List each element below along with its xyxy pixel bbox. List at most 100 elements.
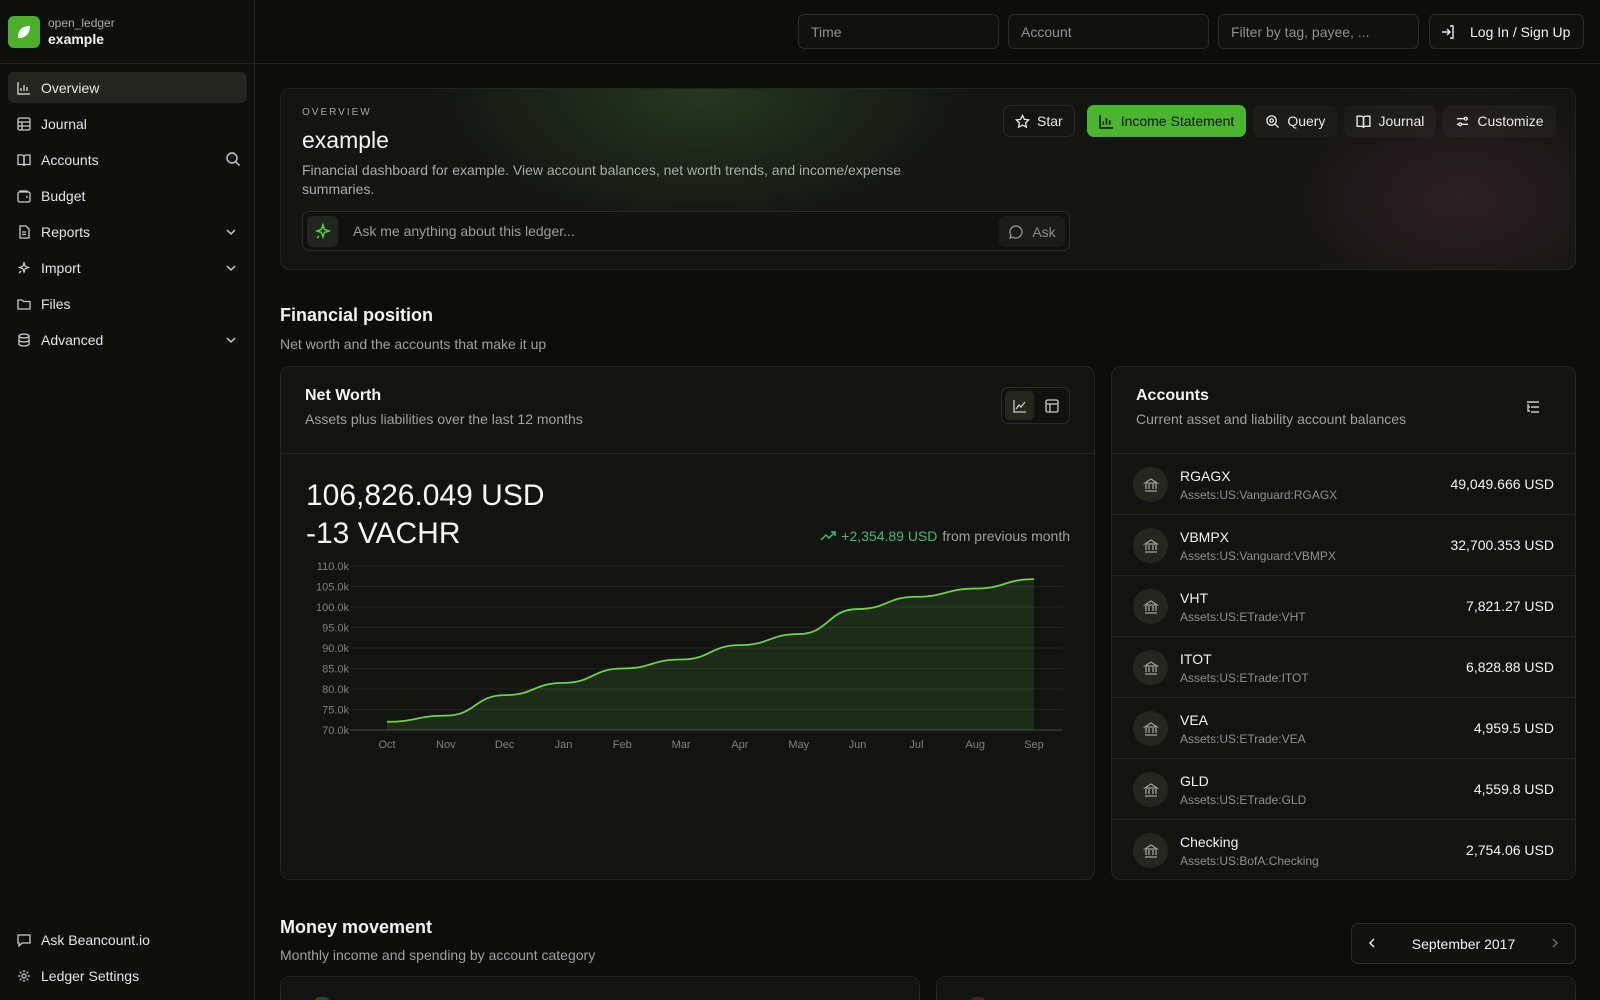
sidebar-item-journal[interactable]: Journal: [8, 108, 247, 139]
sidebar-item-label: Reports: [41, 223, 91, 240]
chevron-down-icon[interactable]: [225, 333, 237, 345]
income-statement-button[interactable]: Income Statement: [1086, 105, 1247, 137]
ask-ledger-box: Ask me anything about this ledger... Ask: [302, 211, 1070, 251]
sidebar-item-label: Journal: [41, 115, 87, 132]
sidebar-item-overview[interactable]: Overview: [8, 72, 247, 103]
account-row[interactable]: VEA Assets:US:ETrade:VEA 4,959.5 USD: [1112, 698, 1575, 759]
divider: [0, 63, 255, 64]
ledger-switcher[interactable]: open_ledger example: [8, 14, 115, 50]
card-title: Accounts: [1136, 387, 1209, 404]
y-tick-label: 95.0k: [322, 623, 349, 635]
sidebar-item-label: Ask Beancount.io: [41, 931, 150, 948]
y-tick-label: 90.0k: [322, 643, 349, 655]
account-path: Assets:US:ETrade:VEA: [1180, 732, 1306, 746]
sidebar-item-label: Overview: [41, 79, 100, 96]
ledger-name: example: [48, 31, 105, 47]
org-name: open_ledger: [48, 16, 115, 30]
account-balance: 4,959.5 USD: [1473, 720, 1554, 736]
account-row[interactable]: ITOT Assets:US:ETrade:ITOT 6,828.88 USD: [1112, 637, 1575, 698]
account-name: ITOT: [1180, 651, 1212, 667]
account-path: Assets:US:ETrade:VHT: [1180, 610, 1306, 624]
y-tick-label: 110.0k: [317, 561, 350, 573]
chevron-right-icon[interactable]: [1549, 936, 1561, 952]
gear-icon: [17, 969, 31, 983]
sidebar-item-ask-beancount[interactable]: Ask Beancount.io: [8, 924, 247, 955]
time-filter-input[interactable]: Time: [798, 14, 999, 49]
account-name: Checking: [1180, 834, 1239, 850]
chat-bubble-icon: [1009, 224, 1023, 239]
chevron-down-icon[interactable]: [225, 261, 237, 273]
section-subtitle: Net worth and the accounts that make it …: [280, 336, 547, 352]
sidebar-item-import[interactable]: Import: [8, 252, 247, 283]
star-button[interactable]: Star: [1003, 105, 1075, 137]
bank-icon: [1133, 711, 1168, 746]
sidebar: open_ledger example Overview Journal Acc…: [0, 0, 255, 1000]
y-tick-label: 105.0k: [316, 582, 350, 594]
bank-icon: [1133, 772, 1168, 807]
account-row[interactable]: GLD Assets:US:ETrade:GLD 4,559.8 USD: [1112, 759, 1575, 820]
login-button[interactable]: Log In / Sign Up: [1429, 14, 1584, 49]
expenses-card: [936, 976, 1576, 1000]
database-icon: [17, 332, 31, 347]
section-subtitle: Monthly income and spending by account c…: [280, 947, 596, 963]
sidebar-item-budget[interactable]: Budget: [8, 180, 247, 211]
customize-button[interactable]: Customize: [1443, 105, 1555, 137]
account-filter-input[interactable]: Account: [1008, 14, 1209, 49]
chevron-down-icon[interactable]: [225, 225, 237, 237]
accounts-list: RGAGX Assets:US:Vanguard:RGAGX 49,049.666 …: [1112, 454, 1575, 879]
header-actions: Star Income Statement Query Journal Cust…: [1003, 105, 1556, 137]
bank-icon: [1133, 467, 1168, 502]
account-path: Assets:US:ETrade:GLD: [1180, 793, 1307, 807]
sidebar-item-label: Import: [41, 259, 81, 276]
account-balance: 32,700.353 USD: [1450, 537, 1554, 553]
account-balance: 6,828.88 USD: [1466, 659, 1554, 675]
account-row[interactable]: VHT Assets:US:ETrade:VHT 7,821.27 USD: [1112, 576, 1575, 637]
net-worth-chart: 70.0k 75.0k 80.0k 85.0k 90.0k 95.0k 100.0k 105.…: [316, 561, 1063, 751]
y-tick-label: 75.0k: [322, 705, 349, 717]
ask-input[interactable]: Ask me anything about this ledger...: [353, 223, 575, 239]
page-description: Financial dashboard for example. View ac…: [302, 162, 901, 197]
x-tick-label: Dec: [495, 739, 515, 751]
x-tick-label: Feb: [613, 739, 632, 751]
account-path: Assets:US:ETrade:ITOT: [1180, 671, 1309, 685]
x-tick-label: Jan: [555, 739, 573, 751]
income-statement-label: Income Statement: [1120, 113, 1235, 129]
account-name: VBMPX: [1180, 529, 1230, 545]
sidebar-item-label: Budget: [41, 187, 86, 204]
sidebar-item-files[interactable]: Files: [8, 288, 247, 319]
search-icon[interactable]: [225, 151, 241, 167]
table-icon: [17, 116, 31, 131]
accounts-card: Accounts Current asset and liability acc…: [1111, 366, 1576, 880]
login-icon: [1442, 24, 1454, 39]
account-balance: 7,821.27 USD: [1466, 598, 1554, 614]
account-row[interactable]: RGAGX Assets:US:Vanguard:RGAGX 49,049.666 …: [1112, 454, 1575, 515]
net-worth-card: Net Worth Assets plus liabilities over t…: [280, 366, 1095, 880]
account-row[interactable]: VBMPX Assets:US:Vanguard:VBMPX 32,700.353 …: [1112, 515, 1575, 576]
query-label: Query: [1287, 113, 1326, 129]
star-label: Star: [1037, 113, 1063, 129]
ask-button[interactable]: Ask: [999, 216, 1065, 247]
card-subtitle: Current asset and liability account bala…: [1136, 411, 1407, 427]
tag-filter-input[interactable]: Filter by tag, payee, ...: [1218, 14, 1419, 49]
account-balance: 2,754.06 USD: [1466, 842, 1554, 858]
chevron-left-icon[interactable]: [1366, 936, 1378, 952]
message-icon: [17, 933, 31, 947]
sidebar-footer: Ask Beancount.io Ledger Settings: [8, 924, 247, 996]
list-tree-icon[interactable]: [1525, 399, 1541, 418]
sidebar-item-reports[interactable]: Reports: [8, 216, 247, 247]
section-title: Money movement: [280, 917, 433, 937]
login-label: Log In / Sign Up: [1470, 23, 1571, 40]
journal-button[interactable]: Journal: [1344, 105, 1436, 137]
sidebar-item-advanced[interactable]: Advanced: [8, 324, 247, 355]
bar-chart-icon: [1098, 114, 1113, 129]
page-title: example: [302, 127, 389, 153]
customize-label: Customize: [1477, 113, 1544, 129]
sidebar-nav: Overview Journal Accounts Budget Reports…: [8, 72, 247, 360]
sidebar-item-ledger-settings[interactable]: Ledger Settings: [8, 960, 247, 991]
sidebar-item-accounts[interactable]: Accounts: [8, 144, 247, 175]
x-tick-label: Jul: [909, 739, 923, 751]
account-path: Assets:US:BofA:Checking: [1180, 854, 1319, 868]
income-card: [280, 976, 920, 1000]
account-row[interactable]: Checking Assets:US:BofA:Checking 2,754.06 …: [1112, 820, 1575, 879]
query-button[interactable]: Query: [1253, 105, 1337, 137]
